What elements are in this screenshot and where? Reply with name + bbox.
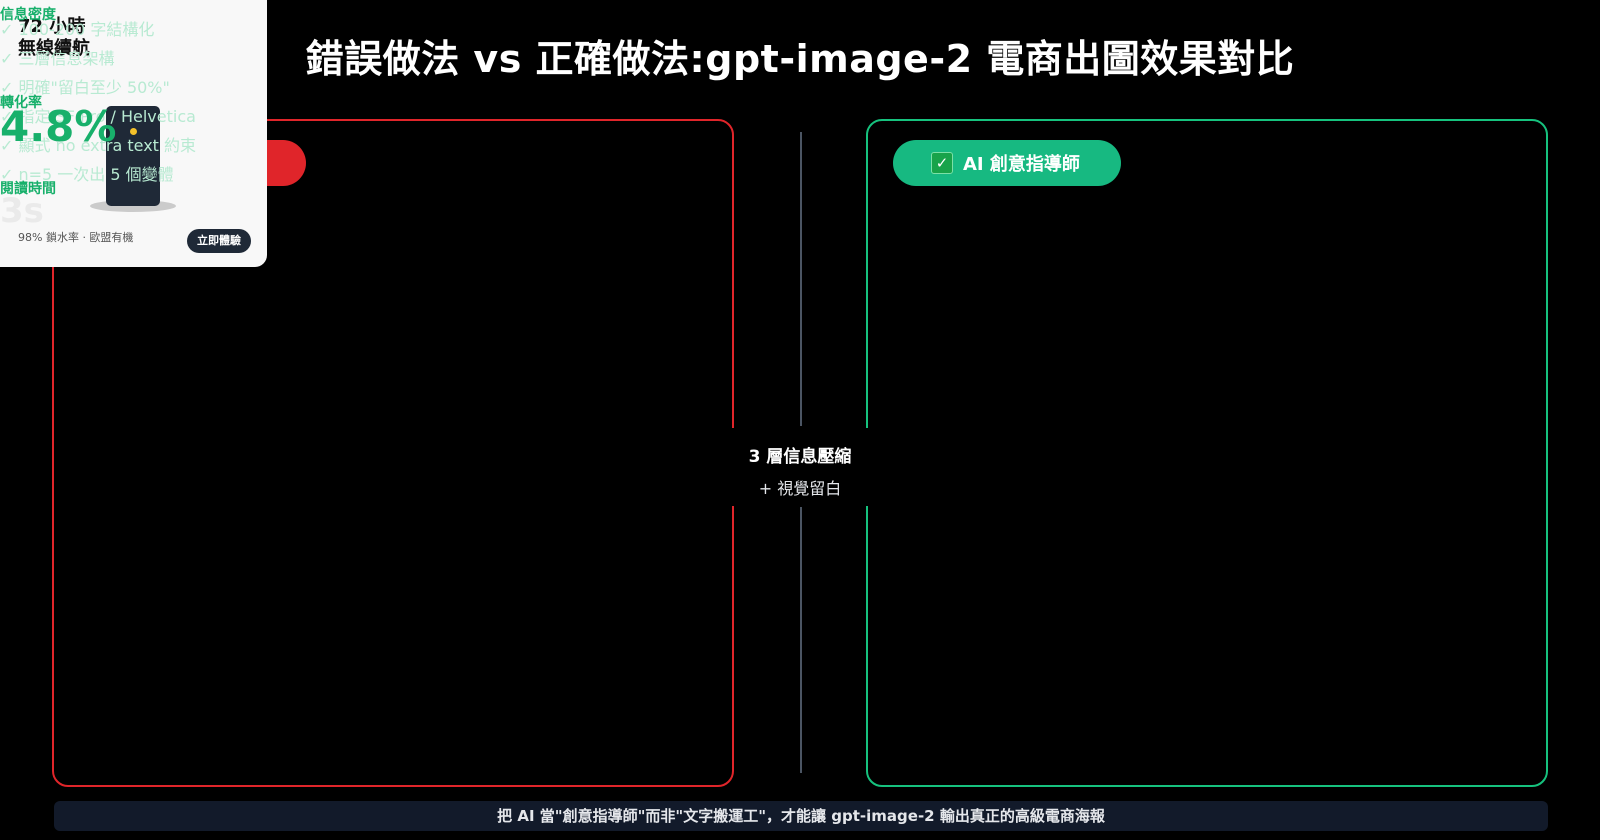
- divider-label-line2: + 視覺留白: [758, 479, 842, 498]
- divider-label-line1: 3 層信息壓縮: [748, 447, 852, 467]
- divider-line-bottom: [800, 507, 802, 773]
- right-approach-pill-label: AI 創意指導師: [963, 154, 1080, 175]
- check-item-2: ✓ 三層信息架構: [0, 49, 115, 68]
- footer-caption: 把 AI 當"創意指導師"而非"文字搬運工"，才能讓 gpt-image-2 輸…: [54, 801, 1548, 831]
- try-now-button[interactable]: 立即體驗: [187, 229, 251, 253]
- divider-line-top: [800, 132, 802, 426]
- check-mark-icon: ✓: [931, 152, 953, 174]
- metric-value-reading-time: 3s: [0, 191, 44, 231]
- divider-label: 3 層信息壓縮 + 視覺留白: [732, 428, 868, 506]
- right-approach-pill: ✓ AI 創意指導師: [893, 140, 1121, 186]
- metric-value-conversion: 4.8%: [0, 102, 117, 151]
- card-footnote: 98% 鎖水率 · 歐盟有機: [18, 231, 134, 244]
- preview-card: 72 小時 無線續航 信息密度 ✓ 100-200 字結構化 ✓ 三層信息架構 …: [0, 0, 267, 267]
- check-item-1: ✓ 100-200 字結構化: [0, 20, 155, 39]
- right-approach-panel: [866, 119, 1548, 787]
